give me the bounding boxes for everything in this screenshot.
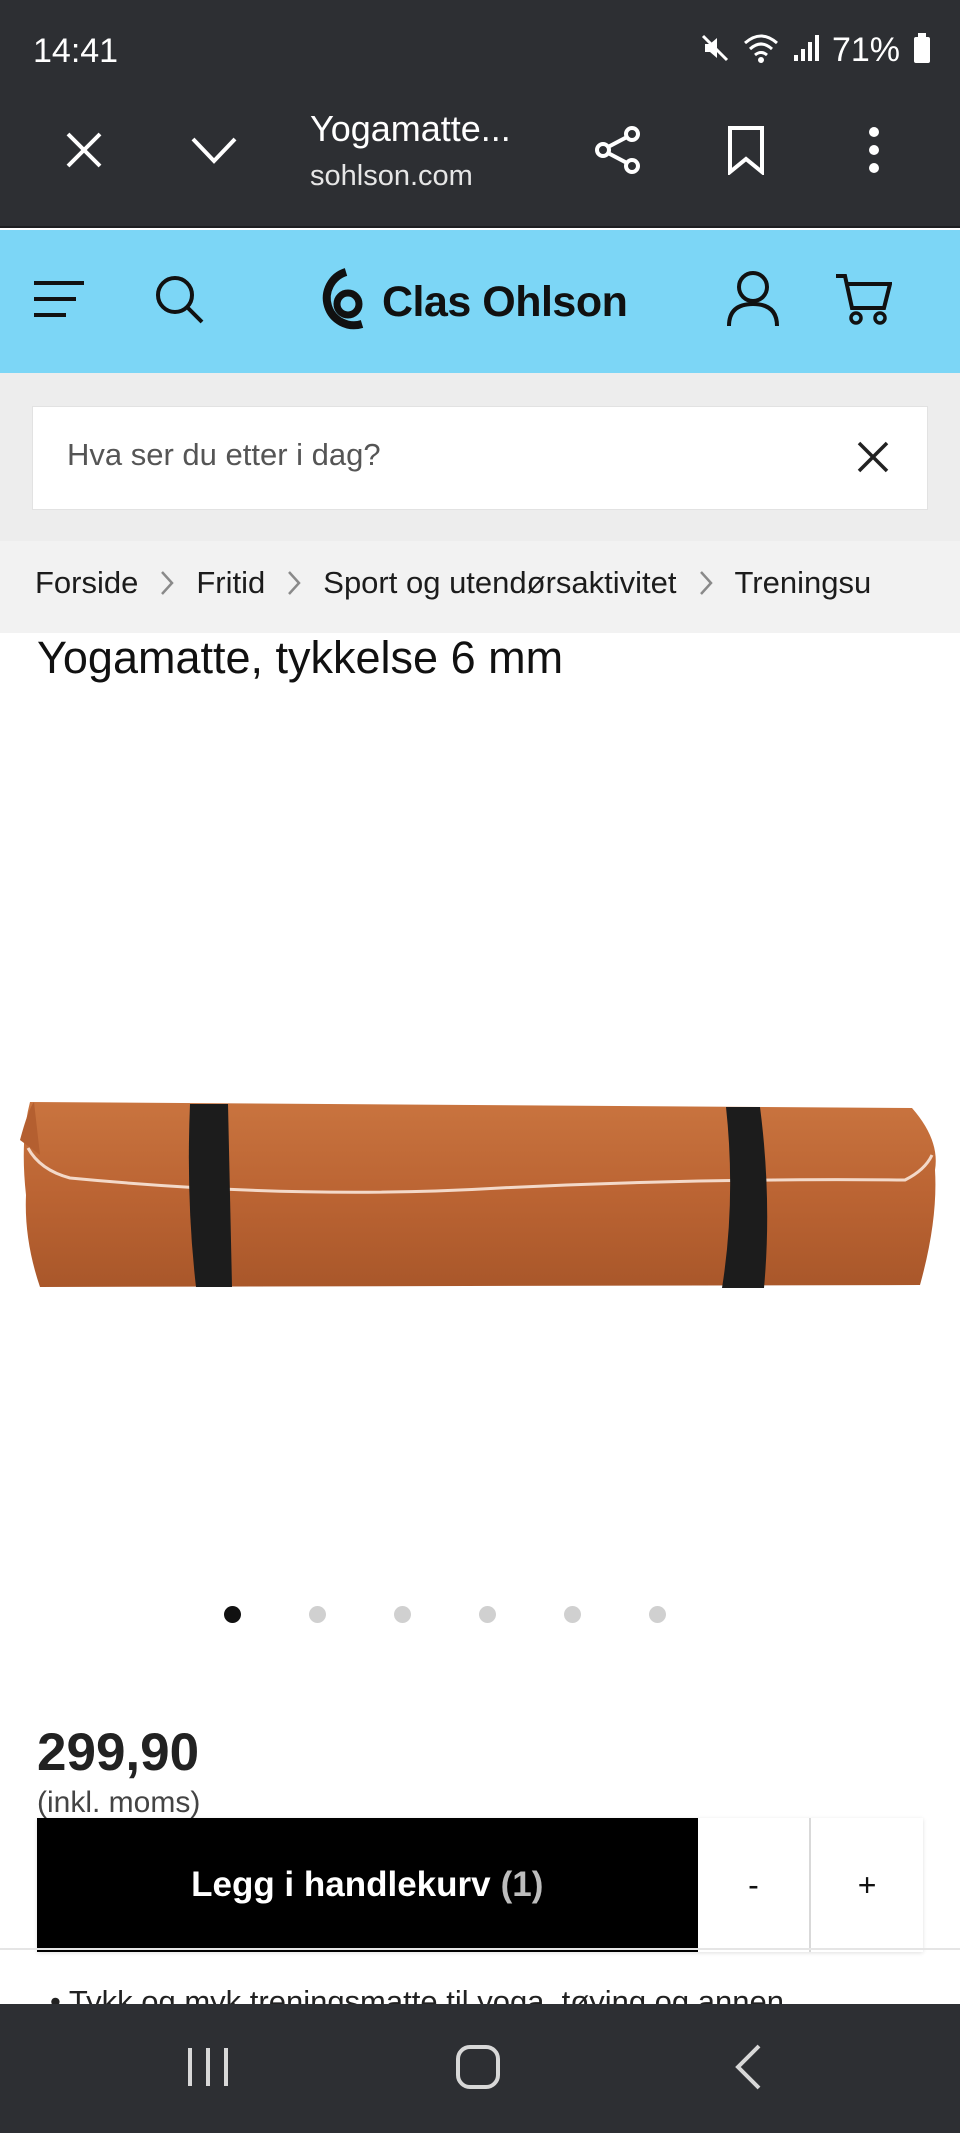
system-navigation-bar bbox=[0, 2004, 960, 2133]
bookmark-button[interactable] bbox=[706, 112, 786, 192]
browser-toolbar: Yogamatte... sohlson.com bbox=[0, 104, 960, 228]
divider bbox=[0, 1948, 960, 1950]
wifi-icon bbox=[742, 32, 780, 69]
search-clear-button[interactable] bbox=[843, 429, 903, 489]
add-to-cart-button[interactable]: Legg i handlekurv (1) bbox=[37, 1818, 698, 1952]
battery-icon bbox=[912, 32, 932, 69]
menu-button[interactable] bbox=[14, 256, 104, 346]
breadcrumb: Forside Fritid Sport og utendørsaktivite… bbox=[0, 541, 960, 633]
carousel-dot[interactable] bbox=[224, 1606, 241, 1623]
carousel-dot[interactable] bbox=[309, 1606, 326, 1623]
recent-apps-button[interactable] bbox=[148, 2024, 268, 2114]
search-icon bbox=[153, 273, 205, 330]
decrement-quantity-button[interactable]: - bbox=[697, 1818, 810, 1952]
more-options-button[interactable] bbox=[834, 112, 914, 192]
account-button[interactable] bbox=[708, 256, 798, 346]
page-title-url[interactable]: Yogamatte... sohlson.com bbox=[310, 104, 550, 193]
carousel-dot[interactable] bbox=[564, 1606, 581, 1623]
menu-icon bbox=[32, 279, 86, 324]
cart-button[interactable] bbox=[818, 256, 908, 346]
breadcrumb-item[interactable]: Sport og utendørsaktivitet bbox=[323, 565, 676, 601]
chevron-down-icon bbox=[190, 135, 238, 170]
increment-quantity-button[interactable]: + bbox=[811, 1818, 924, 1952]
header-search-button[interactable] bbox=[134, 256, 224, 346]
page-url: sohlson.com bbox=[310, 160, 473, 192]
cart-icon bbox=[834, 272, 893, 331]
bookmark-icon bbox=[726, 125, 766, 180]
back-button[interactable] bbox=[688, 2024, 808, 2114]
logo-mark-icon bbox=[318, 266, 372, 339]
share-button[interactable] bbox=[578, 112, 658, 192]
close-icon bbox=[856, 440, 890, 479]
vat-note: (inkl. moms) bbox=[37, 1786, 201, 1819]
chevron-right-icon bbox=[677, 569, 735, 597]
product-title: Yogamatte, tykkelse 6 mm bbox=[37, 632, 564, 683]
recent-apps-icon bbox=[185, 2045, 231, 2094]
status-icons: 71% bbox=[700, 28, 932, 72]
carousel-dot[interactable] bbox=[394, 1606, 411, 1623]
mute-icon bbox=[700, 33, 730, 68]
signal-icon bbox=[792, 33, 820, 68]
clas-ohlson-logo[interactable]: Clas Ohlson bbox=[318, 264, 628, 340]
page-title: Yogamatte... bbox=[310, 108, 511, 149]
search-input[interactable] bbox=[67, 437, 807, 473]
status-time: 14:41 bbox=[33, 32, 119, 70]
account-icon bbox=[726, 270, 780, 333]
site-header: Clas Ohlson bbox=[0, 230, 960, 373]
carousel-dots bbox=[224, 1606, 666, 1623]
product-image[interactable] bbox=[0, 700, 960, 1580]
battery-percent: 71% bbox=[831, 30, 900, 69]
home-icon bbox=[455, 2044, 501, 2095]
cart-quantity: (1) bbox=[500, 1865, 544, 1904]
more-vertical-icon bbox=[867, 126, 881, 179]
product-price: 299,90 bbox=[37, 1723, 200, 1782]
breadcrumb-item[interactable]: Fritid bbox=[196, 565, 265, 601]
breadcrumb-item[interactable]: Treningsu bbox=[735, 565, 872, 601]
back-icon bbox=[733, 2043, 763, 2096]
close-icon bbox=[64, 130, 104, 175]
search-area bbox=[0, 373, 960, 541]
search-box bbox=[32, 406, 928, 510]
minimize-tab-button[interactable] bbox=[174, 112, 254, 192]
carousel-dot[interactable] bbox=[479, 1606, 496, 1623]
share-icon bbox=[593, 125, 643, 180]
close-tab-button[interactable] bbox=[44, 112, 124, 192]
breadcrumb-item[interactable]: Forside bbox=[35, 565, 138, 601]
chevron-right-icon bbox=[265, 569, 323, 597]
add-to-cart-row: Legg i handlekurv (1) - + bbox=[37, 1818, 924, 1952]
add-to-cart-label: Legg i handlekurv bbox=[191, 1865, 491, 1904]
status-bar: 14:41 71% bbox=[0, 0, 960, 104]
home-button[interactable] bbox=[418, 2024, 538, 2114]
brand-name: Clas Ohlson bbox=[382, 277, 628, 326]
chevron-right-icon bbox=[138, 569, 196, 597]
yoga-mat-illustration bbox=[20, 1102, 936, 1288]
carousel-dot[interactable] bbox=[649, 1606, 666, 1623]
